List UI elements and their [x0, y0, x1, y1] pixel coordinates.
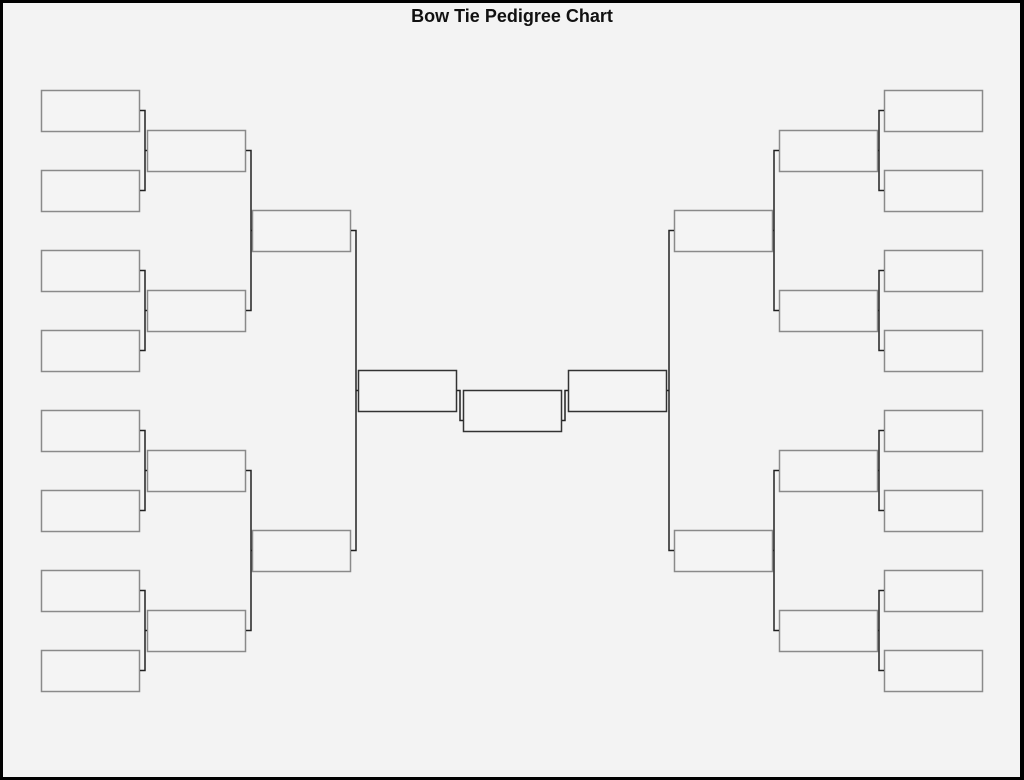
left-gen3-box-3[interactable]	[146, 449, 247, 493]
left-connector-gen1-1	[351, 229, 358, 552]
right-gen4-box-8[interactable]	[883, 649, 984, 693]
right-gen4-box-6[interactable]	[883, 489, 984, 533]
right-gen1-box-1[interactable]	[567, 369, 668, 413]
left-gen2-box-1[interactable]	[251, 209, 352, 253]
right-gen4-box-5[interactable]	[883, 409, 984, 453]
right-gen3-box-3[interactable]	[778, 449, 879, 493]
left-connector-gen3-1	[140, 109, 147, 192]
right-gen4-box-1[interactable]	[883, 89, 984, 133]
left-gen1-box-1[interactable]	[357, 369, 458, 413]
right-gen3-box-1[interactable]	[778, 129, 879, 173]
left-gen4-box-2[interactable]	[40, 169, 141, 213]
left-gen3-box-1[interactable]	[146, 129, 247, 173]
left-connector-gen3-3	[140, 429, 147, 512]
right-connector-gen3-2	[878, 269, 884, 352]
left-gen3-box-2[interactable]	[146, 289, 247, 333]
right-gen3-box-2[interactable]	[778, 289, 879, 333]
right-gen4-box-7[interactable]	[883, 569, 984, 613]
right-gen4-box-2[interactable]	[883, 169, 984, 213]
right-gen2-box-1[interactable]	[673, 209, 774, 253]
left-gen4-box-1[interactable]	[40, 89, 141, 133]
left-gen4-box-4[interactable]	[40, 329, 141, 373]
left-gen4-box-5[interactable]	[40, 409, 141, 453]
right-gen2-box-2[interactable]	[673, 529, 774, 573]
left-connector-gen2-2	[246, 469, 252, 632]
right-connector-gen3-1	[878, 109, 884, 192]
left-connector-gen2-1	[246, 149, 252, 312]
left-connector-gen3-2	[140, 269, 147, 352]
right-connector-gen3-4	[878, 589, 884, 672]
left-gen2-box-2[interactable]	[251, 529, 352, 573]
left-root-connector	[457, 389, 463, 422]
right-gen3-box-4[interactable]	[778, 609, 879, 653]
left-connector-gen3-4	[140, 589, 147, 672]
left-gen4-box-8[interactable]	[40, 649, 141, 693]
right-connector-gen2-1	[773, 149, 779, 312]
right-root-connector	[562, 389, 568, 422]
left-gen4-box-6[interactable]	[40, 489, 141, 533]
right-connector-gen2-2	[773, 469, 779, 632]
left-gen3-box-4[interactable]	[146, 609, 247, 653]
left-gen4-box-7[interactable]	[40, 569, 141, 613]
right-connector-gen3-3	[878, 429, 884, 512]
right-connector-gen1-1	[667, 229, 674, 552]
right-gen4-box-4[interactable]	[883, 329, 984, 373]
left-gen4-box-3[interactable]	[40, 249, 141, 293]
pedigree-diagram	[40, 89, 984, 693]
right-gen4-box-3[interactable]	[883, 249, 984, 293]
root-box[interactable]	[462, 389, 563, 433]
